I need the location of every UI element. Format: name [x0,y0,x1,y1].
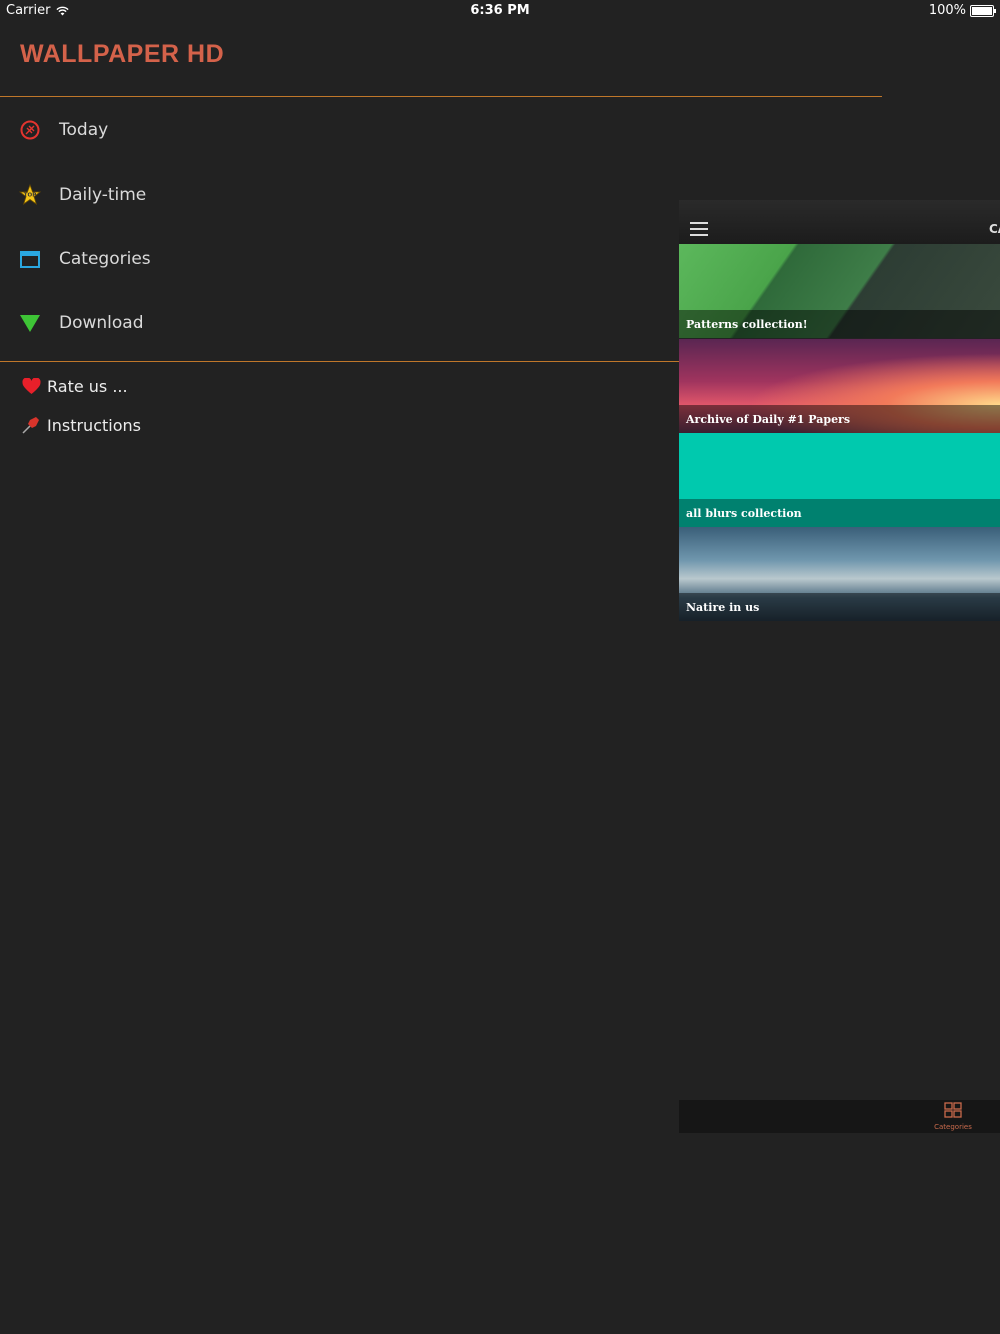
divider [0,96,882,97]
menu-item-label: Daily-time [59,185,147,205]
category-tile-archive[interactable]: Archive of Daily #1 Papers [679,339,1000,433]
pushpin-icon [20,414,42,436]
tile-caption: all blurs collection [679,499,1000,527]
tab-categories[interactable]: Categories [933,1102,973,1131]
menu-item-label: Today [59,120,109,140]
rate-us-item[interactable]: Rate us ... [20,375,128,397]
menu-item-today[interactable]: Today [0,105,670,155]
divider [0,361,680,362]
categories-grid-icon [944,1102,962,1118]
content-panel: CA Patterns collection! Archive of Daily… [679,200,1000,1133]
panel-header: CA [679,200,1000,244]
download-triangle-icon [19,312,41,334]
battery-info: 100% [928,3,996,18]
menu-item-label: Download [59,313,144,333]
menu-item-download[interactable]: Download [0,298,670,348]
instructions-label: Instructions [47,415,141,435]
tile-caption: Archive of Daily #1 Papers [679,405,1000,433]
tab-bar: Categories [679,1100,1000,1133]
category-tile-nature[interactable]: Natire in us [679,527,1000,621]
soccer-ball-icon [19,119,41,141]
panel-title: CA [989,222,1000,236]
category-tile-patterns[interactable]: Patterns collection! [679,244,1000,338]
tile-caption: Natire in us [679,593,1000,621]
battery-percent: 100% [928,3,966,18]
category-tile-blurs[interactable]: all blurs collection [679,433,1000,527]
menu-item-daily-time[interactable]: TOP Daily-time [0,170,670,220]
instructions-item[interactable]: Instructions [20,414,141,436]
hamburger-menu-icon[interactable] [690,222,708,236]
battery-icon [970,4,996,17]
svg-text:TOP: TOP [24,193,36,199]
tile-caption: Patterns collection! [679,310,1000,338]
tab-label: Categories [934,1123,972,1131]
rate-us-label: Rate us ... [47,376,128,396]
menu-item-label: Categories [59,249,151,269]
status-bar: Carrier 6:36 PM 100% [0,0,1000,22]
top-star-icon: TOP [19,184,41,206]
status-time: 6:36 PM [470,3,530,18]
app-title: WALLPAPER HD [20,40,225,68]
menu-item-categories[interactable]: Categories [0,234,670,284]
window-icon [19,248,41,270]
heart-icon [20,375,42,397]
